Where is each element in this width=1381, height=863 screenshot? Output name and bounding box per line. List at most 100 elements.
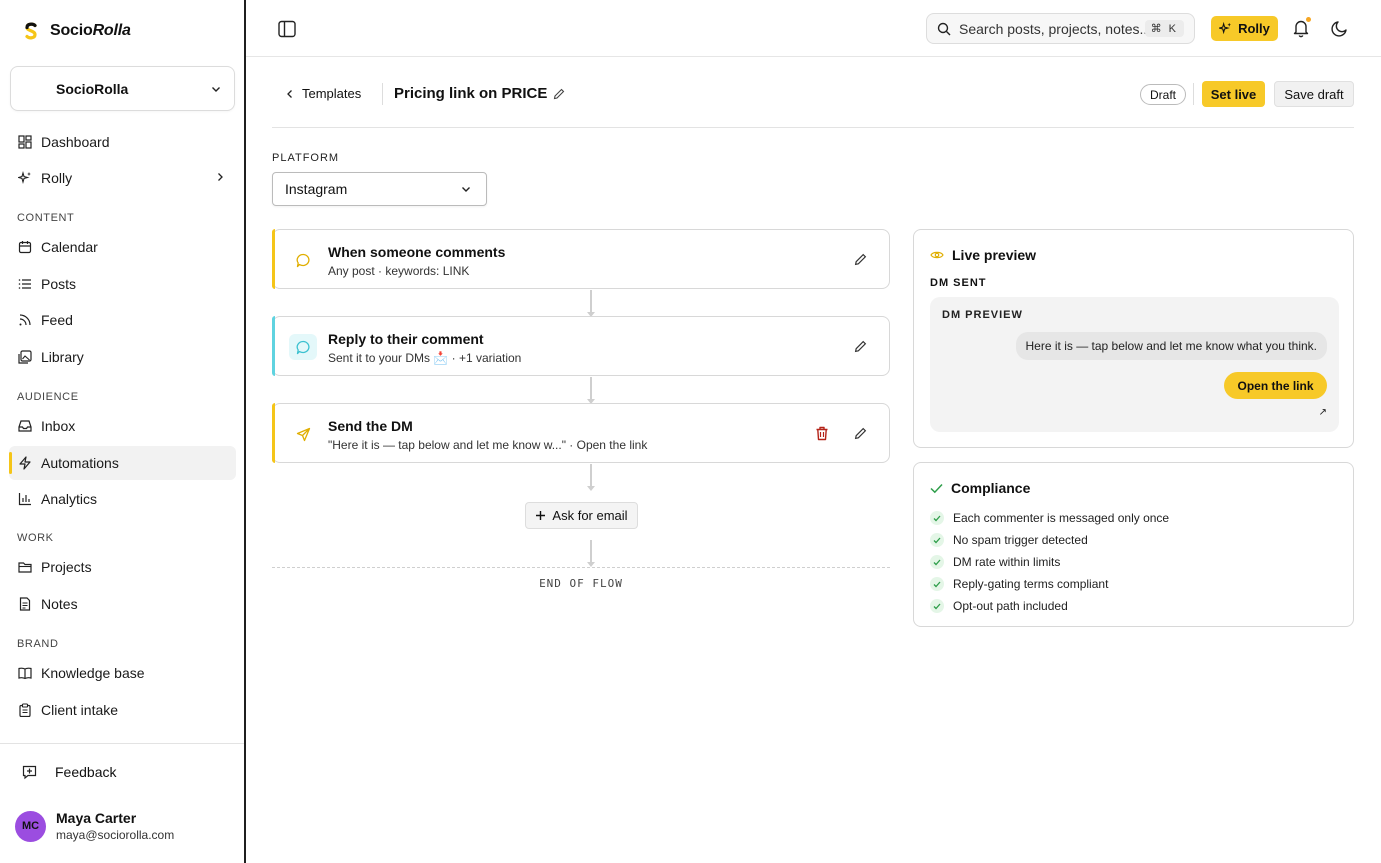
sidebar-item-label: Dashboard [41, 134, 110, 150]
flow-connector [587, 377, 595, 404]
compliance-item: Each commenter is messaged only once [930, 507, 1169, 529]
nav-work: Projects Notes [9, 550, 236, 621]
open-link-button[interactable]: Open the link [1224, 372, 1327, 399]
comment-icon [296, 253, 309, 267]
back-label: Templates [302, 86, 362, 101]
workspace-name: SocioRolla [56, 80, 129, 97]
sidebar-item-label: Automations [41, 454, 119, 471]
sidebar-item-label: Calendar [41, 239, 98, 255]
compliance-item-text: DM rate within limits [953, 555, 1061, 569]
search-icon [937, 22, 951, 35]
compliance-item-text: Reply-gating terms compliant [953, 577, 1109, 591]
step-accent-bar [272, 403, 275, 463]
sidebar-item-library[interactable]: Library [9, 340, 236, 374]
sidebar-item-calendar[interactable]: Calendar [9, 230, 236, 264]
notification-dot [1306, 17, 1311, 22]
search-placeholder: Search posts, projects, notes... [959, 20, 1152, 37]
flow-step-reply[interactable]: Reply to their comment Sent it to your D… [272, 316, 890, 376]
pencil-icon[interactable] [854, 253, 867, 266]
step-title: Reply to their comment [328, 331, 484, 347]
sidebar-item-label: Knowledge base [41, 665, 145, 681]
compliance-item: Opt-out path included [930, 595, 1169, 617]
platform-select[interactable]: Instagram [272, 172, 487, 206]
image-library-icon [18, 349, 32, 364]
step-icon-wrap [289, 247, 317, 273]
sidebar-item-projects[interactable]: Projects [9, 550, 236, 584]
sidebar-item-knowledge-base[interactable]: Knowledge base [9, 656, 236, 690]
sidebar-item-notes[interactable]: Notes [9, 587, 236, 621]
sidebar-item-label: Projects [41, 559, 92, 575]
end-of-flow-line [272, 567, 890, 568]
dashboard-icon [18, 135, 32, 149]
set-live-button[interactable]: Set live [1202, 81, 1265, 107]
pencil-icon[interactable] [854, 340, 867, 353]
back-to-templates-link[interactable]: Templates [286, 86, 361, 101]
sidebar-item-feed[interactable]: Feed [9, 303, 236, 337]
sidebar-item-dashboard[interactable]: Dashboard [9, 125, 236, 159]
check-circle-icon [930, 511, 944, 525]
compliance-panel: Compliance Each commenter is messaged on… [913, 462, 1354, 627]
feedback-icon [22, 765, 37, 779]
feedback-label: Feedback [55, 764, 117, 780]
end-of-flow-label: END OF FLOW [539, 577, 623, 590]
nav-content: Calendar Posts Feed Library [9, 230, 236, 374]
sidebar-item-client-intake[interactable]: Client intake [9, 693, 236, 727]
sidebar-item-label: Notes [41, 595, 78, 612]
nav-audience: Inbox Automations Analytics [9, 409, 236, 516]
sidebar-item-rolly[interactable]: Rolly [9, 161, 236, 195]
user-email: maya@sociorolla.com [56, 828, 175, 842]
user-profile[interactable]: MC Maya Carter maya@sociorolla.com [15, 810, 174, 842]
sidebar-item-label: Analytics [41, 491, 98, 507]
workspace-select[interactable]: SocioRolla [10, 66, 235, 111]
sidebar-item-analytics[interactable]: Analytics [9, 482, 236, 516]
sidebar-divider [0, 743, 244, 744]
compliance-title-text: Compliance [951, 480, 1031, 496]
rss-icon [19, 314, 31, 326]
pencil-icon[interactable] [553, 88, 565, 100]
compliance-item-text: No spam trigger detected [953, 533, 1088, 547]
flow-step-trigger[interactable]: When someone comments Any post · keyword… [272, 229, 890, 289]
header-divider [382, 83, 383, 105]
step-icon-wrap [289, 421, 317, 447]
brand-logo[interactable]: SocioRolla [20, 20, 131, 42]
step-accent-bar [272, 229, 275, 289]
compliance-title: Compliance [930, 480, 1030, 496]
nav-main: Dashboard Rolly [9, 125, 236, 195]
calendar-icon [18, 241, 32, 254]
comment-icon [296, 340, 309, 354]
sidebar-toggle-icon[interactable] [278, 20, 296, 38]
bar-chart-icon [18, 493, 31, 506]
pencil-icon[interactable] [854, 427, 867, 440]
dm-message-bubble: Here it is — tap below and let me know w… [1015, 332, 1327, 360]
trash-icon[interactable] [815, 426, 829, 441]
sidebar-item-posts[interactable]: Posts [9, 267, 236, 301]
status-badge: Draft [1140, 84, 1187, 105]
dm-preview-label: DM PREVIEW [942, 309, 1023, 321]
live-preview-title-text: Live preview [952, 247, 1037, 263]
search-input[interactable]: Search posts, projects, notes... ⌘ K [926, 13, 1195, 44]
check-circle-icon [930, 533, 944, 547]
rolly-button[interactable]: Rolly [1211, 16, 1278, 41]
nav-brand: Knowledge base Client intake [9, 656, 236, 727]
section-label-audience: AUDIENCE [17, 391, 79, 403]
sparkles-icon [18, 171, 31, 185]
moon-icon[interactable] [1331, 19, 1349, 37]
sparkles-icon [1219, 22, 1232, 35]
plus-icon [536, 511, 546, 520]
avatar: MC [15, 810, 46, 842]
chevron-left-icon [287, 89, 292, 98]
sidebar-item-label: Client intake [41, 701, 119, 718]
sidebar-item-automations[interactable]: Automations [9, 445, 236, 480]
feedback-button[interactable]: Feedback [22, 764, 116, 780]
platform-value: Instagram [285, 181, 348, 197]
sidebar-item-inbox[interactable]: Inbox [9, 409, 236, 443]
compliance-item-text: Each commenter is messaged only once [953, 511, 1170, 525]
compliance-item-text: Opt-out path included [953, 599, 1068, 613]
inbox-icon [18, 420, 32, 432]
step-icon-wrap [289, 334, 317, 360]
save-draft-button[interactable]: Save draft [1274, 81, 1354, 107]
page-title-text: Pricing link on PRICE [394, 85, 548, 102]
flow-step-send-dm[interactable]: Send the DM "Here it is — tap below and … [272, 403, 890, 463]
flow-connector [587, 540, 595, 567]
ask-for-email-button[interactable]: Ask for email [525, 502, 638, 529]
